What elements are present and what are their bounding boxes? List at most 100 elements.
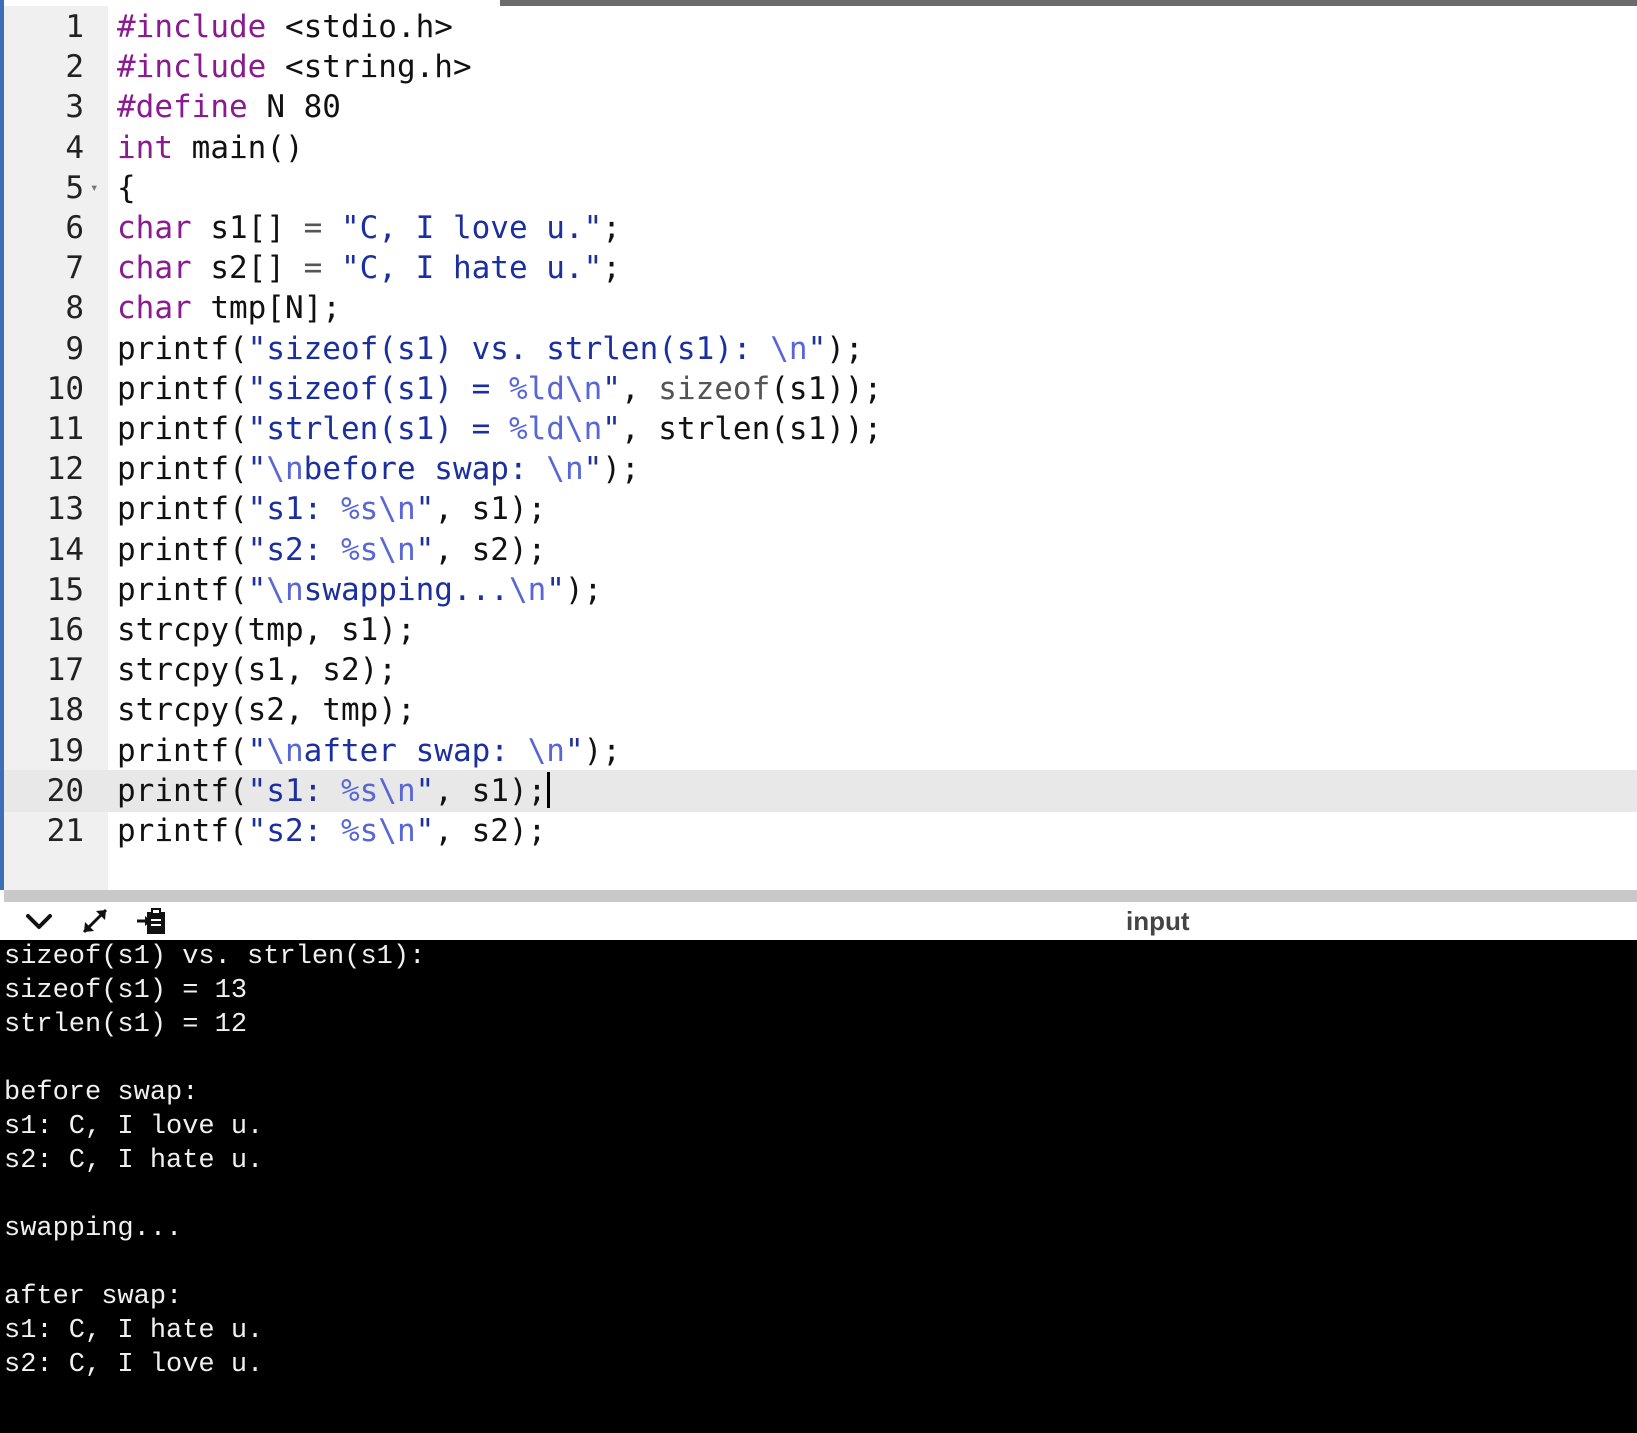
code-token: <stdio.h> xyxy=(266,9,453,45)
line-number: 20 xyxy=(46,772,84,809)
code-text: char s2[] = "C, I hate u."; xyxy=(117,247,621,289)
code-token: ); xyxy=(826,330,864,367)
code-token: char xyxy=(117,290,192,327)
console-line: sizeof(s1) vs. strlen(s1): xyxy=(4,942,426,972)
code-text: strcpy(s1, s2); xyxy=(117,649,397,691)
code-token: printf( xyxy=(117,491,248,528)
code-token: %ld\n xyxy=(508,370,603,407)
code-token: " xyxy=(415,531,435,568)
line-number: 19 xyxy=(46,732,84,769)
code-line[interactable]: 18 strcpy(s2, tmp); xyxy=(4,689,1637,731)
line-number: 1 xyxy=(65,9,84,45)
code-token: "s2: xyxy=(247,813,341,849)
code-token: " xyxy=(602,411,621,447)
code-token: "sizeof(s1) = xyxy=(247,370,509,407)
code-token: ; xyxy=(602,250,621,287)
code-token: strcpy(tmp, s1); xyxy=(117,612,416,648)
code-token: %s\n xyxy=(340,813,416,849)
code-token: %s\n xyxy=(340,491,416,528)
code-token: " xyxy=(564,732,584,769)
code-line[interactable]: 2 #include <string.h> xyxy=(4,46,1637,88)
line-number: 2 xyxy=(65,49,84,86)
fold-arrow-icon[interactable]: ▾ xyxy=(90,167,98,209)
code-text: int main() xyxy=(117,127,304,169)
code-token: = xyxy=(303,250,323,287)
code-token: "s1: xyxy=(247,491,341,528)
code-text: char s1[] = "C, I love u."; xyxy=(117,207,621,249)
line-number: 10 xyxy=(46,370,84,407)
code-line[interactable]: 13 printf("s1: %s\n", s1); xyxy=(4,488,1637,530)
code-token: char xyxy=(117,210,192,246)
console-line: before swap: xyxy=(4,1078,199,1108)
line-number: 9 xyxy=(65,330,84,367)
code-line[interactable]: 17 strcpy(s1, s2); xyxy=(4,649,1637,691)
code-token: , s2); xyxy=(434,531,547,568)
line-number: 6 xyxy=(65,210,84,246)
code-token: { xyxy=(117,169,136,206)
code-token: printf( xyxy=(117,571,248,608)
line-number: 5 xyxy=(65,169,84,206)
code-line[interactable]: 11 printf("strlen(s1) = %ld\n", strlen(s1… xyxy=(4,408,1637,450)
input-tab-label[interactable]: input xyxy=(1126,902,1190,940)
code-token: " xyxy=(602,370,621,407)
code-token: swapping... xyxy=(303,571,509,608)
code-token: = xyxy=(303,210,323,246)
code-token: printf( xyxy=(117,772,248,809)
console-output[interactable]: sizeof(s1) vs. strlen(s1): sizeof(s1) = 1… xyxy=(0,940,1637,1433)
console-line: s1: C, I hate u. xyxy=(4,1316,264,1346)
code-line[interactable]: 6 char s1[] = "C, I love u."; xyxy=(4,207,1637,249)
collapse-button[interactable] xyxy=(22,906,56,936)
code-text: #define N 80 xyxy=(117,86,341,128)
code-line[interactable]: 21 printf("s2: %s\n", s2); xyxy=(4,810,1637,852)
code-line[interactable]: 3 #define N 80 xyxy=(4,86,1637,128)
code-text: printf("s1: %s\n", s1); xyxy=(117,770,551,812)
code-token: strcpy(s2, tmp); xyxy=(117,692,416,729)
code-text: strcpy(s2, tmp); xyxy=(117,689,416,731)
code-token: "sizeof(s1) vs. strlen(s1): xyxy=(247,330,771,367)
console-toolbar: input xyxy=(4,902,1637,940)
panel-splitter[interactable] xyxy=(4,890,1637,902)
code-line[interactable]: 15 printf("\nswapping...\n"); xyxy=(4,569,1637,611)
code-line[interactable]: 4 int main() xyxy=(4,127,1637,169)
code-line[interactable]: 1 #include <stdio.h> xyxy=(4,6,1637,48)
code-text: char tmp[N]; xyxy=(117,287,341,329)
code-line[interactable]: 8 char tmp[N]; xyxy=(4,287,1637,329)
code-token: tmp[N]; xyxy=(191,290,341,327)
code-token: int xyxy=(117,129,173,166)
code-line[interactable]: 5 ▾ { xyxy=(4,167,1637,209)
line-number: 17 xyxy=(46,652,84,689)
line-number: 21 xyxy=(46,813,84,849)
code-line[interactable]: 9 printf("sizeof(s1) vs. strlen(s1): \n")… xyxy=(4,328,1637,370)
console-line: s2: C, I love u. xyxy=(4,1350,264,1380)
code-token: \n xyxy=(508,571,547,608)
code-text: #include <stdio.h> xyxy=(117,6,453,48)
code-line[interactable]: 20 printf("s1: %s\n", s1); xyxy=(4,769,1637,812)
code-token: %s\n xyxy=(340,531,416,568)
code-token: , s1); xyxy=(434,491,547,528)
code-line[interactable]: 10 printf("sizeof(s1) = %ld\n", sizeof(s1… xyxy=(4,368,1637,410)
code-token: " xyxy=(546,571,565,608)
code-token: \n xyxy=(266,571,304,608)
code-editor[interactable]: 1 #include <stdio.h> 2 #include <string.h> 3… xyxy=(4,6,1637,890)
code-token: strcpy(s1, s2); xyxy=(117,652,397,689)
code-token: <string.h> xyxy=(266,49,472,86)
code-token: " xyxy=(415,491,435,528)
code-token: %ld\n xyxy=(508,411,603,447)
code-line[interactable]: 12 printf("\nbefore swap: \n"); xyxy=(4,448,1637,490)
code-token: "C, I love u." xyxy=(340,210,603,246)
expand-button[interactable] xyxy=(78,906,112,936)
expand-arrows-icon xyxy=(82,908,108,934)
paste-button[interactable] xyxy=(136,906,170,936)
code-text: printf("\nbefore swap: \n"); xyxy=(117,448,640,490)
code-token: printf( xyxy=(117,813,248,849)
line-number: 15 xyxy=(46,571,84,608)
code-token: printf( xyxy=(117,370,248,407)
code-line[interactable]: 19 printf("\nafter swap: \n"); xyxy=(4,730,1637,772)
code-line[interactable]: 16 strcpy(tmp, s1); xyxy=(4,609,1637,651)
code-line[interactable]: 7 char s2[] = "C, I hate u."; xyxy=(4,247,1637,289)
line-number: 4 xyxy=(65,129,84,166)
code-line[interactable]: 14 printf("s2: %s\n", s2); xyxy=(4,529,1637,571)
code-token: #include xyxy=(117,49,267,86)
code-token: ); xyxy=(564,571,603,608)
